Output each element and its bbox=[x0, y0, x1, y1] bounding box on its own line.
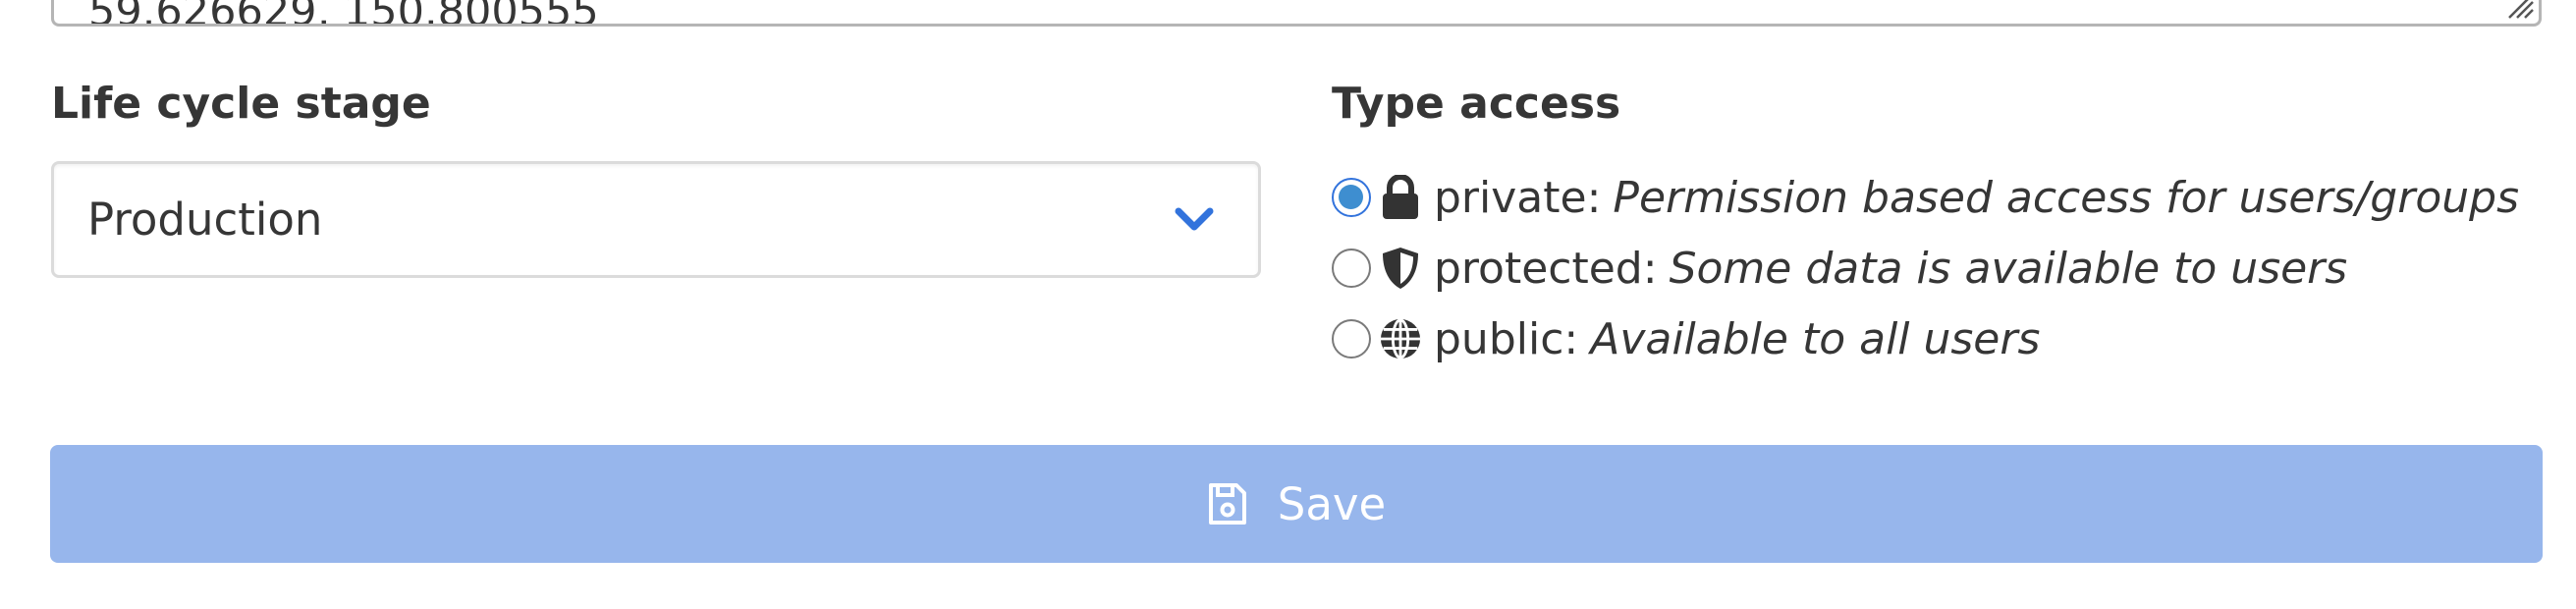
save-label: Save bbox=[1277, 477, 1387, 530]
access-desc-private: Permission based access for users/groups bbox=[1613, 172, 2519, 223]
type-access-label: Type access bbox=[1332, 79, 1621, 129]
access-desc-public: Available to all users bbox=[1590, 313, 2041, 364]
access-option-protected[interactable]: protected: Some data is available to use… bbox=[1332, 239, 2347, 298]
access-name-private: private: bbox=[1434, 172, 1602, 223]
lock-icon bbox=[1379, 174, 1422, 221]
coordinates-textarea[interactable]: 59.626629, 150.800555 bbox=[51, 0, 2542, 27]
radio-private[interactable] bbox=[1332, 178, 1371, 217]
access-name-public: public: bbox=[1434, 313, 1579, 364]
life-cycle-stage-select[interactable]: Production bbox=[51, 161, 1261, 278]
access-option-private[interactable]: private: Permission based access for use… bbox=[1332, 168, 2519, 227]
access-desc-protected: Some data is available to users bbox=[1669, 243, 2348, 294]
coordinates-value: 59.626629, 150.800555 bbox=[88, 0, 599, 27]
floppy-disk-icon bbox=[1207, 481, 1248, 526]
save-button[interactable]: Save bbox=[50, 445, 2543, 563]
resize-grip-icon[interactable] bbox=[2503, 0, 2535, 20]
access-option-public[interactable]: public: Available to all users bbox=[1332, 309, 2040, 368]
access-name-protected: protected: bbox=[1434, 243, 1658, 294]
chevron-down-icon bbox=[1175, 207, 1214, 231]
radio-protected[interactable] bbox=[1332, 249, 1371, 288]
globe-icon bbox=[1379, 315, 1422, 362]
life-cycle-stage-label: Life cycle stage bbox=[51, 79, 431, 129]
shield-icon bbox=[1379, 245, 1422, 292]
life-cycle-selected-value: Production bbox=[87, 194, 323, 246]
radio-public[interactable] bbox=[1332, 319, 1371, 359]
